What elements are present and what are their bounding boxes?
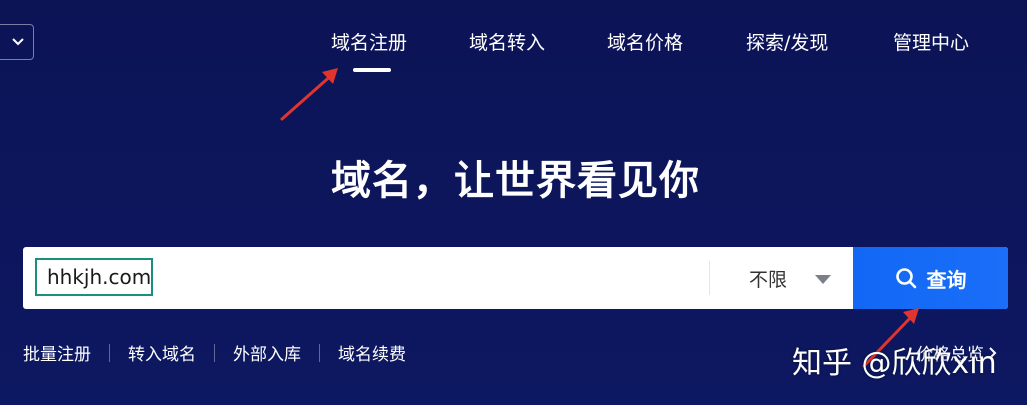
quick-link-batch-register[interactable]: 批量注册 [23, 340, 91, 365]
nav-item-label: 域名转入 [469, 32, 546, 54]
search-input-highlight [35, 258, 153, 296]
quick-link-domain-renew[interactable]: 域名续费 [338, 340, 406, 365]
nav-item-label: 域名价格 [607, 32, 684, 54]
suffix-select-label: 不限 [749, 269, 788, 291]
active-tab-underline [353, 68, 391, 72]
search-button[interactable]: 查询 [853, 247, 1008, 309]
nav-item-management[interactable]: 管理中心 [893, 28, 969, 58]
search-icon [895, 268, 916, 289]
nav-item-label: 探索/发现 [746, 32, 829, 54]
search-button-label: 查询 [926, 267, 967, 292]
quick-link-transfer-domain[interactable]: 转入域名 [128, 340, 196, 365]
divider [214, 343, 215, 362]
suffix-select[interactable]: 不限 [713, 247, 853, 309]
nav-item-explore[interactable]: 探索/发现 [746, 28, 828, 58]
quick-link-external-import[interactable]: 外部入库 [233, 340, 301, 365]
domain-search-bar: 不限 查询 [23, 247, 1008, 309]
nav-item-label: 管理中心 [893, 32, 970, 54]
nav-item-domain-transfer[interactable]: 域名转入 [469, 28, 545, 58]
watermark: 知乎 @欣欣xin [792, 346, 997, 381]
nav-item-domain-register[interactable]: 域名注册 [331, 28, 408, 72]
quick-links: 批量注册 转入域名 外部入库 域名续费 [23, 340, 406, 365]
nav-item-domain-price[interactable]: 域名价格 [607, 28, 683, 58]
search-divider [709, 261, 710, 295]
divider [109, 343, 110, 362]
region-dropdown[interactable] [0, 24, 34, 60]
divider [319, 343, 320, 362]
hero-title: 域名，让世界看见你 [331, 158, 700, 204]
annotation-arrow-nav [280, 68, 338, 121]
nav-item-label: 域名注册 [331, 32, 408, 54]
caret-down-icon [815, 275, 831, 284]
domain-search-input[interactable] [37, 260, 151, 294]
chevron-down-icon [12, 38, 24, 46]
